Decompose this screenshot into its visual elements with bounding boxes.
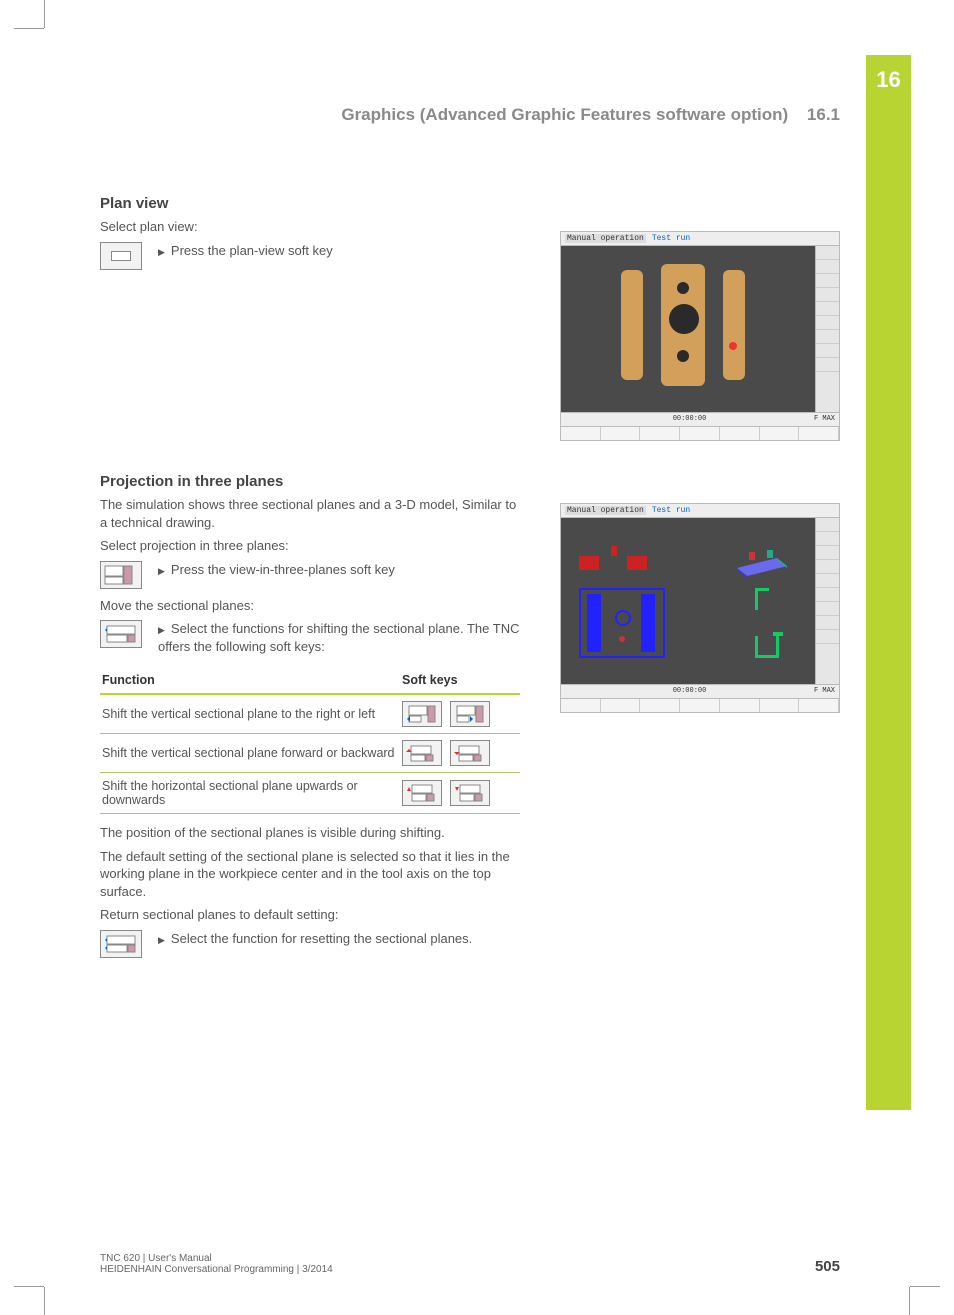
projection-p5: The default setting of the sectional pla… — [100, 848, 520, 901]
screenshot-plan-view: Manual operation Test run 00:00:00 F MAX — [560, 231, 840, 441]
plan-view-intro: Select plan view: — [100, 218, 520, 236]
crop-mark-bl — [14, 1285, 44, 1315]
table-row: Shift the vertical sectional plane forwa… — [100, 734, 520, 773]
fn-cell: Shift the horizontal sectional plane upw… — [100, 773, 400, 814]
scr-status-fmax: F MAX — [814, 415, 835, 424]
screenshot-three-planes: Manual operation Test run — [560, 503, 840, 713]
shift-horiz-up-icon — [402, 780, 442, 806]
plan-view-softkey-icon — [100, 242, 142, 270]
page-footer: TNC 620 | User's Manual HEIDENHAIN Conve… — [100, 1253, 840, 1275]
projection-heading: Projection in three planes — [100, 473, 520, 490]
scr2-status-time: 00:00:00 — [673, 687, 707, 696]
shift-planes-softkey-icon — [100, 620, 142, 648]
page-number: 505 — [815, 1258, 840, 1275]
fn-cell: Shift the vertical sectional plane to th… — [100, 694, 400, 734]
plan-view-heading: Plan view — [100, 195, 520, 212]
shift-vert-right-icon — [450, 701, 490, 727]
th-softkeys: Soft keys — [400, 669, 520, 694]
chapter-tab: 16 — [866, 55, 911, 1110]
crop-mark-tl — [14, 0, 44, 30]
projection-step1: Press the view-in-three-planes soft key — [158, 561, 520, 579]
reset-planes-softkey-icon — [100, 930, 142, 958]
projection-p3: Move the sectional planes: — [100, 597, 520, 615]
header-title: Graphics (Advanced Graphic Features soft… — [341, 105, 788, 124]
softkey-function-table: Function Soft keys Shift the vertical se… — [100, 669, 520, 814]
table-row: Shift the horizontal sectional plane upw… — [100, 773, 520, 814]
projection-step3: Select the function for resetting the se… — [158, 930, 520, 948]
projection-p4: The position of the sectional planes is … — [100, 824, 520, 842]
scr-status-time: 00:00:00 — [673, 415, 707, 424]
footer-line2: HEIDENHAIN Conversational Programming | … — [100, 1264, 333, 1275]
projection-p2: Select projection in three planes: — [100, 537, 520, 555]
scr-test-run: Test run — [652, 234, 690, 243]
table-row: Shift the vertical sectional plane to th… — [100, 694, 520, 734]
shift-vert-back-icon — [402, 740, 442, 766]
shift-horiz-down-icon — [450, 780, 490, 806]
scr2-manual-op: Manual operation — [565, 506, 646, 515]
projection-step2: Select the functions for shifting the se… — [158, 620, 520, 655]
chapter-number: 16 — [866, 67, 911, 93]
th-function: Function — [100, 669, 400, 694]
scr2-status-fmax: F MAX — [814, 687, 835, 696]
page-header: Graphics (Advanced Graphic Features soft… — [100, 105, 840, 125]
scr-manual-op: Manual operation — [565, 234, 646, 243]
plan-view-step1: Press the plan-view soft key — [158, 242, 520, 260]
projection-p1: The simulation shows three sectional pla… — [100, 496, 520, 531]
header-section-number: 16.1 — [807, 105, 840, 124]
projection-p6: Return sectional planes to default setti… — [100, 906, 520, 924]
shift-vert-left-icon — [402, 701, 442, 727]
scr2-test-run: Test run — [652, 506, 690, 515]
shift-vert-fwd-icon — [450, 740, 490, 766]
footer-line1: TNC 620 | User's Manual — [100, 1253, 333, 1264]
crop-mark-br — [910, 1285, 940, 1315]
three-planes-softkey-icon — [100, 561, 142, 589]
fn-cell: Shift the vertical sectional plane forwa… — [100, 734, 400, 773]
